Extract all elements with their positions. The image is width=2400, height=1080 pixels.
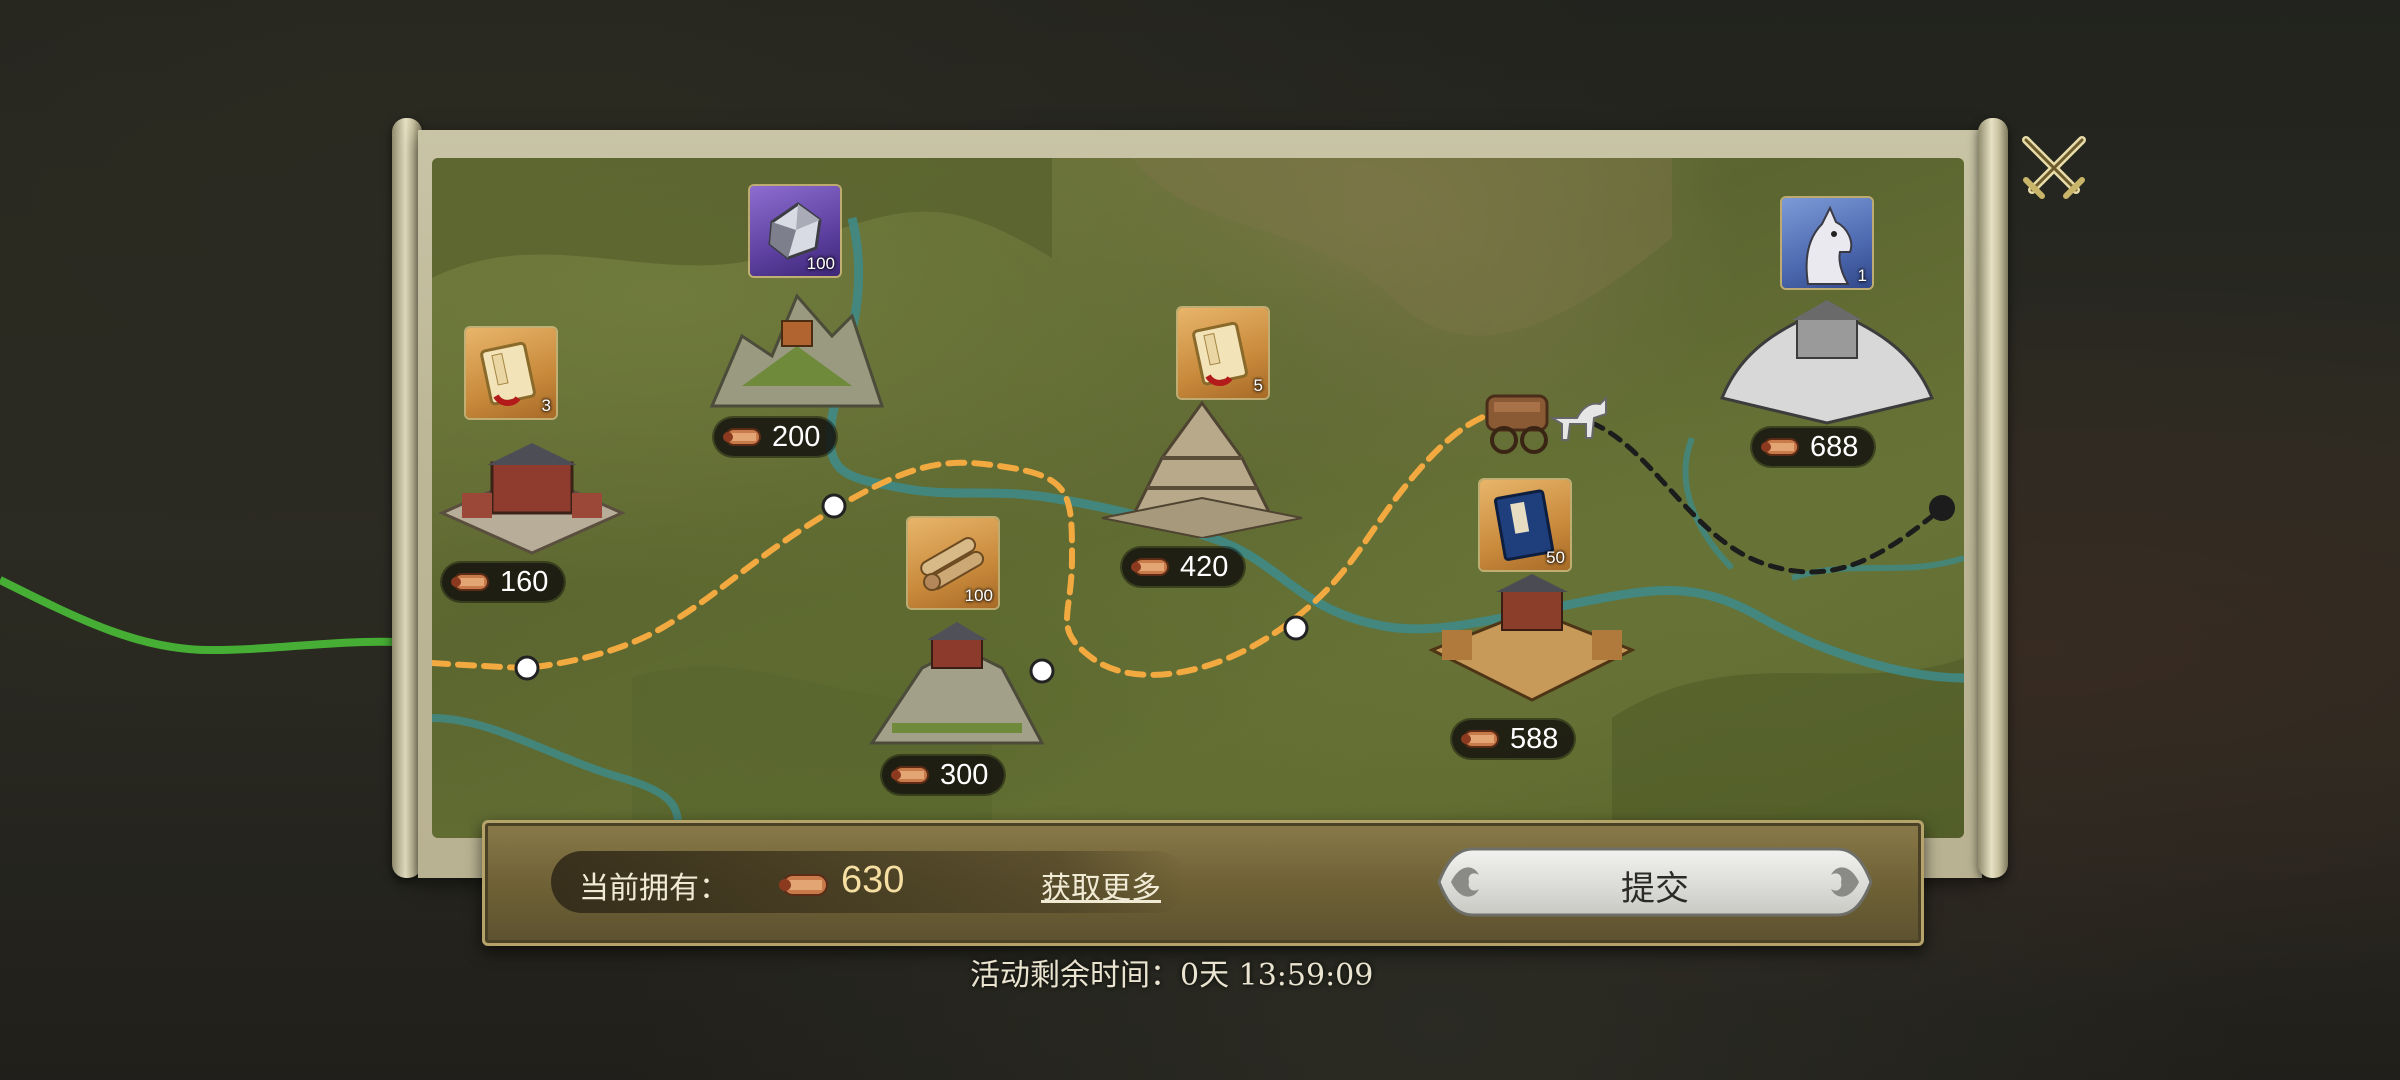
event-scroll-panel: 3 160 100 200 100 300 5 420 50 588 1 688 xyxy=(392,118,2008,878)
scroll-rod-right xyxy=(1978,118,2008,878)
reward-slot-1[interactable]: 3 xyxy=(466,328,556,418)
event-route-map: 3 160 100 200 100 300 5 420 50 588 1 688 xyxy=(432,158,1964,838)
submit-button[interactable]: 提交 xyxy=(1433,841,1877,923)
background-green-route xyxy=(0,576,400,655)
caravan-marker xyxy=(1485,394,1607,454)
cost-badge-2: 200 xyxy=(714,418,837,456)
scroll-token-icon xyxy=(890,761,932,789)
owned-value: 630 xyxy=(841,859,905,901)
reward-slot-2[interactable]: 100 xyxy=(750,186,840,276)
cost-badge-4: 420 xyxy=(1122,548,1245,586)
scroll-token-icon xyxy=(777,867,833,907)
pagoda-tower-building xyxy=(1101,400,1303,538)
cost-badge-1: 160 xyxy=(442,563,565,601)
reward-slot-6[interactable]: 1 xyxy=(1782,198,1872,288)
walled-city-building xyxy=(1428,574,1636,702)
scroll-token-icon xyxy=(1130,553,1172,581)
cost-badge-5: 588 xyxy=(1452,720,1575,758)
grand-capital-building xyxy=(1719,300,1935,425)
fortress-building-1 xyxy=(438,443,626,555)
mountain-temple-building xyxy=(709,293,885,408)
reward-slot-5[interactable]: 50 xyxy=(1480,480,1570,570)
close-button[interactable] xyxy=(2016,130,2092,206)
cost-badge-3: 300 xyxy=(882,756,1005,794)
get-more-link[interactable]: 获取更多 xyxy=(1041,863,1161,907)
owned-currency-box: 当前拥有： 630 获取更多 xyxy=(551,851,1187,913)
scroll-token-icon xyxy=(1760,433,1802,461)
cost-badge-6: 688 xyxy=(1752,428,1875,466)
scroll-token-icon xyxy=(722,423,764,451)
reward-slot-4[interactable]: 5 xyxy=(1178,308,1268,398)
bottom-action-bar: 当前拥有： 630 获取更多 提交 xyxy=(482,820,1924,946)
reward-slot-3[interactable]: 100 xyxy=(908,518,998,608)
scroll-token-icon xyxy=(1460,725,1502,753)
crossed-swords-close-icon xyxy=(2022,136,2086,199)
scroll-token-icon xyxy=(450,568,492,596)
owned-label: 当前拥有： xyxy=(579,871,729,906)
event-remaining-time: 活动剩余时间：0天 13:59:09 xyxy=(970,958,1374,993)
hill-palace-building xyxy=(869,622,1045,745)
submit-label: 提交 xyxy=(1621,869,1689,909)
